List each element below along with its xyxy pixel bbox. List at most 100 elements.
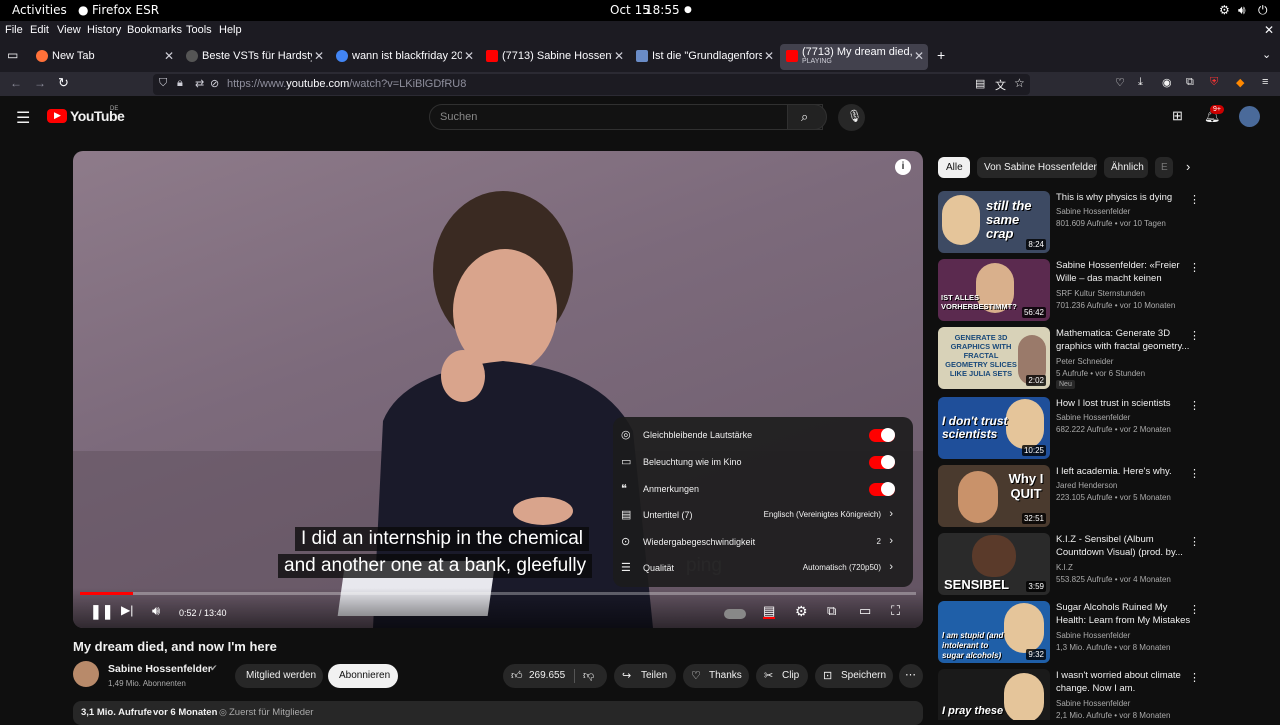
related-video[interactable]: GENERATE 3D GRAPHICS WITH FRACTAL GEOMET… (938, 327, 1200, 389)
close-tab-icon[interactable]: ✕ (764, 49, 774, 63)
related-title[interactable]: Mathematica: Generate 3D graphics with f… (1056, 327, 1191, 353)
next-video-button[interactable]: ▶| (121, 603, 133, 617)
close-window-icon[interactable]: ✕ (1264, 23, 1274, 37)
settings-item-quality[interactable]: ☰ Qualität Automatisch (720p50) › (613, 555, 913, 581)
like-thumb-icon[interactable]: 👍︎ (511, 669, 523, 682)
app-menu[interactable]: Firefox ESR (92, 3, 159, 17)
url-bar[interactable]: ⛉ 🔒︎ ⇄ ⊘ https://www.youtube.com/watch?v… (153, 74, 1030, 95)
settings-item-annotations[interactable]: ❝ Anmerkungen (613, 476, 913, 502)
translate-icon[interactable]: 文 (995, 77, 1006, 93)
menu-view[interactable]: View (57, 24, 81, 36)
lock-icon[interactable]: 🔒︎ (177, 77, 183, 90)
search-input[interactable]: Suchen (440, 111, 477, 123)
more-vertical-icon[interactable]: ⋮ (1189, 329, 1200, 342)
tab-blackfriday[interactable]: wann ist blackfriday 2024 ✕ (330, 44, 478, 70)
clock-time[interactable]: 18:55 (645, 3, 680, 17)
shield-icon[interactable]: ⛉ (159, 77, 167, 90)
related-title[interactable]: Sabine Hossenfelder: «Freier Wille – das… (1056, 259, 1191, 286)
related-video[interactable]: I pray these I wasn't worried about clim… (938, 669, 1200, 720)
reload-icon[interactable]: ↻ (58, 75, 69, 91)
thumbnail[interactable]: SENSIBEL 3:59 (938, 533, 1050, 595)
share-button[interactable]: ↪ Teilen (614, 664, 676, 688)
related-channel[interactable]: Jared Henderson (1056, 481, 1117, 490)
related-channel[interactable]: Sabine Hossenfelder (1056, 207, 1130, 216)
downloads-icon[interactable]: ⤓ (1138, 76, 1143, 89)
close-tab-icon[interactable]: ✕ (914, 49, 924, 63)
close-tab-icon[interactable]: ✕ (614, 49, 624, 63)
user-avatar[interactable] (1239, 106, 1260, 127)
bookmark-star-icon[interactable]: ☆ (1014, 76, 1025, 90)
subtitles-button[interactable]: ▤ (763, 604, 776, 619)
more-vertical-icon[interactable]: ⋮ (1189, 261, 1200, 274)
close-tab-icon[interactable]: ✕ (314, 49, 324, 63)
related-video[interactable]: Why I QUIT 32:51 I left academia. Here's… (938, 465, 1200, 527)
clip-button[interactable]: ✂ Clip (756, 664, 808, 688)
dislike-thumb-icon[interactable]: 👎︎ (583, 669, 594, 682)
related-video[interactable]: still the same crap 8:24 This is why phy… (938, 191, 1200, 253)
save-button[interactable]: ⊡ Speichern (815, 664, 893, 688)
autoplay-blocked-icon[interactable]: ⊘ (210, 77, 219, 90)
pocket-icon[interactable]: ♡ (1115, 76, 1125, 89)
list-tabs-chevron-icon[interactable]: ⌄ (1262, 48, 1271, 61)
menu-bookmarks[interactable]: Bookmarks (127, 24, 182, 36)
tab-grundlagen[interactable]: Ist die "Grundlagenforsch ✕ (630, 44, 778, 70)
extensions-icon[interactable]: ⧉ (1186, 76, 1194, 89)
more-vertical-icon[interactable]: ⋮ (1189, 193, 1200, 206)
channel-name[interactable]: Sabine Hossenfelder (108, 663, 212, 675)
thumbnail[interactable]: still the same crap 8:24 (938, 191, 1050, 253)
close-tab-icon[interactable]: ✕ (464, 49, 474, 63)
menu-history[interactable]: History (87, 24, 121, 36)
network-icon[interactable]: ⚙ (1219, 3, 1230, 17)
search-button[interactable]: ⌕ (787, 104, 827, 130)
chevron-right-icon[interactable]: › (1186, 159, 1190, 174)
video-player[interactable]: i I did an internship in the chemical an… (73, 151, 923, 628)
related-channel[interactable]: Peter Schneider (1056, 357, 1113, 366)
thumbnail[interactable]: I am stupid (and intolerant to sugar alc… (938, 601, 1050, 663)
voice-search-button[interactable]: 🎙︎ (838, 104, 865, 131)
tab-new-tab[interactable]: New Tab ✕ (30, 44, 178, 70)
related-channel[interactable]: K.I.Z (1056, 563, 1073, 572)
settings-item-stable-volume[interactable]: ◎ Gleichbleibende Lautstärke (613, 422, 913, 448)
thumbnail[interactable]: IST ALLES VORHERBESTIMMT? 56:42 (938, 259, 1050, 321)
tab-sabine[interactable]: (7713) Sabine Hossenfelde ✕ (480, 44, 628, 70)
chip-related[interactable]: Ähnlich (1104, 157, 1148, 178)
more-actions-button[interactable]: ⋯ (899, 664, 923, 688)
power-icon[interactable]: ⏻ (1258, 3, 1268, 18)
youtube-logo-icon[interactable]: ▶ (47, 109, 67, 123)
related-video[interactable]: I don't trust scientists 10:25 How I los… (938, 397, 1200, 459)
thumbnail[interactable]: I don't trust scientists 10:25 (938, 397, 1050, 459)
settings-item-playback-speed[interactable]: ⊙ Wiedergabegeschwindigkeit 2 › (613, 529, 913, 555)
channel-avatar[interactable] (73, 661, 99, 687)
related-title[interactable]: I left academia. Here's why. (1056, 465, 1191, 478)
tab-active-dream-died[interactable]: (7713) My dream died, and PLAYING ✕ (780, 44, 928, 70)
related-title[interactable]: K.I.Z - Sensibel (Album Countdown Visual… (1056, 533, 1191, 559)
thanks-button[interactable]: ♡ Thanks (683, 664, 749, 688)
related-title[interactable]: How I lost trust in scientists (1056, 397, 1191, 410)
more-vertical-icon[interactable]: ⋮ (1189, 603, 1200, 616)
pause-button[interactable]: ❚❚ (90, 603, 113, 620)
related-channel[interactable]: Sabine Hossenfelder (1056, 699, 1130, 708)
tab-vsts[interactable]: Beste VSTs für Hardstyle ✕ (180, 44, 328, 70)
related-video[interactable]: SENSIBEL 3:59 K.I.Z - Sensibel (Album Co… (938, 533, 1200, 595)
back-arrow-icon[interactable]: ← (10, 76, 22, 90)
forward-arrow-icon[interactable]: → (34, 76, 46, 90)
create-video-icon[interactable]: ⊞ (1172, 108, 1183, 124)
related-video[interactable]: I am stupid (and intolerant to sugar alc… (938, 601, 1200, 663)
menu-tools[interactable]: Tools (186, 24, 212, 36)
related-title[interactable]: I wasn't worried about climate change. N… (1056, 669, 1191, 695)
volume-icon[interactable]: 🔊︎ (1238, 3, 1246, 18)
menu-help[interactable]: Help (219, 24, 242, 36)
progress-bar[interactable] (80, 592, 916, 595)
subscribe-button[interactable]: Abonnieren (328, 664, 398, 688)
more-vertical-icon[interactable]: ⋮ (1189, 535, 1200, 548)
theater-mode-button[interactable]: ▭ (859, 603, 871, 619)
close-tab-icon[interactable]: ✕ (164, 49, 174, 63)
autoplay-toggle[interactable] (724, 609, 746, 619)
search-field[interactable]: Suchen (429, 104, 823, 130)
thumbnail[interactable]: Why I QUIT 32:51 (938, 465, 1050, 527)
more-vertical-icon[interactable]: ⋮ (1189, 399, 1200, 412)
fullscreen-button[interactable]: ⛶ (891, 603, 900, 619)
menu-edit[interactable]: Edit (30, 24, 49, 36)
stable-volume-toggle[interactable] (869, 428, 895, 442)
related-video[interactable]: IST ALLES VORHERBESTIMMT? 56:42 Sabine H… (938, 259, 1200, 321)
